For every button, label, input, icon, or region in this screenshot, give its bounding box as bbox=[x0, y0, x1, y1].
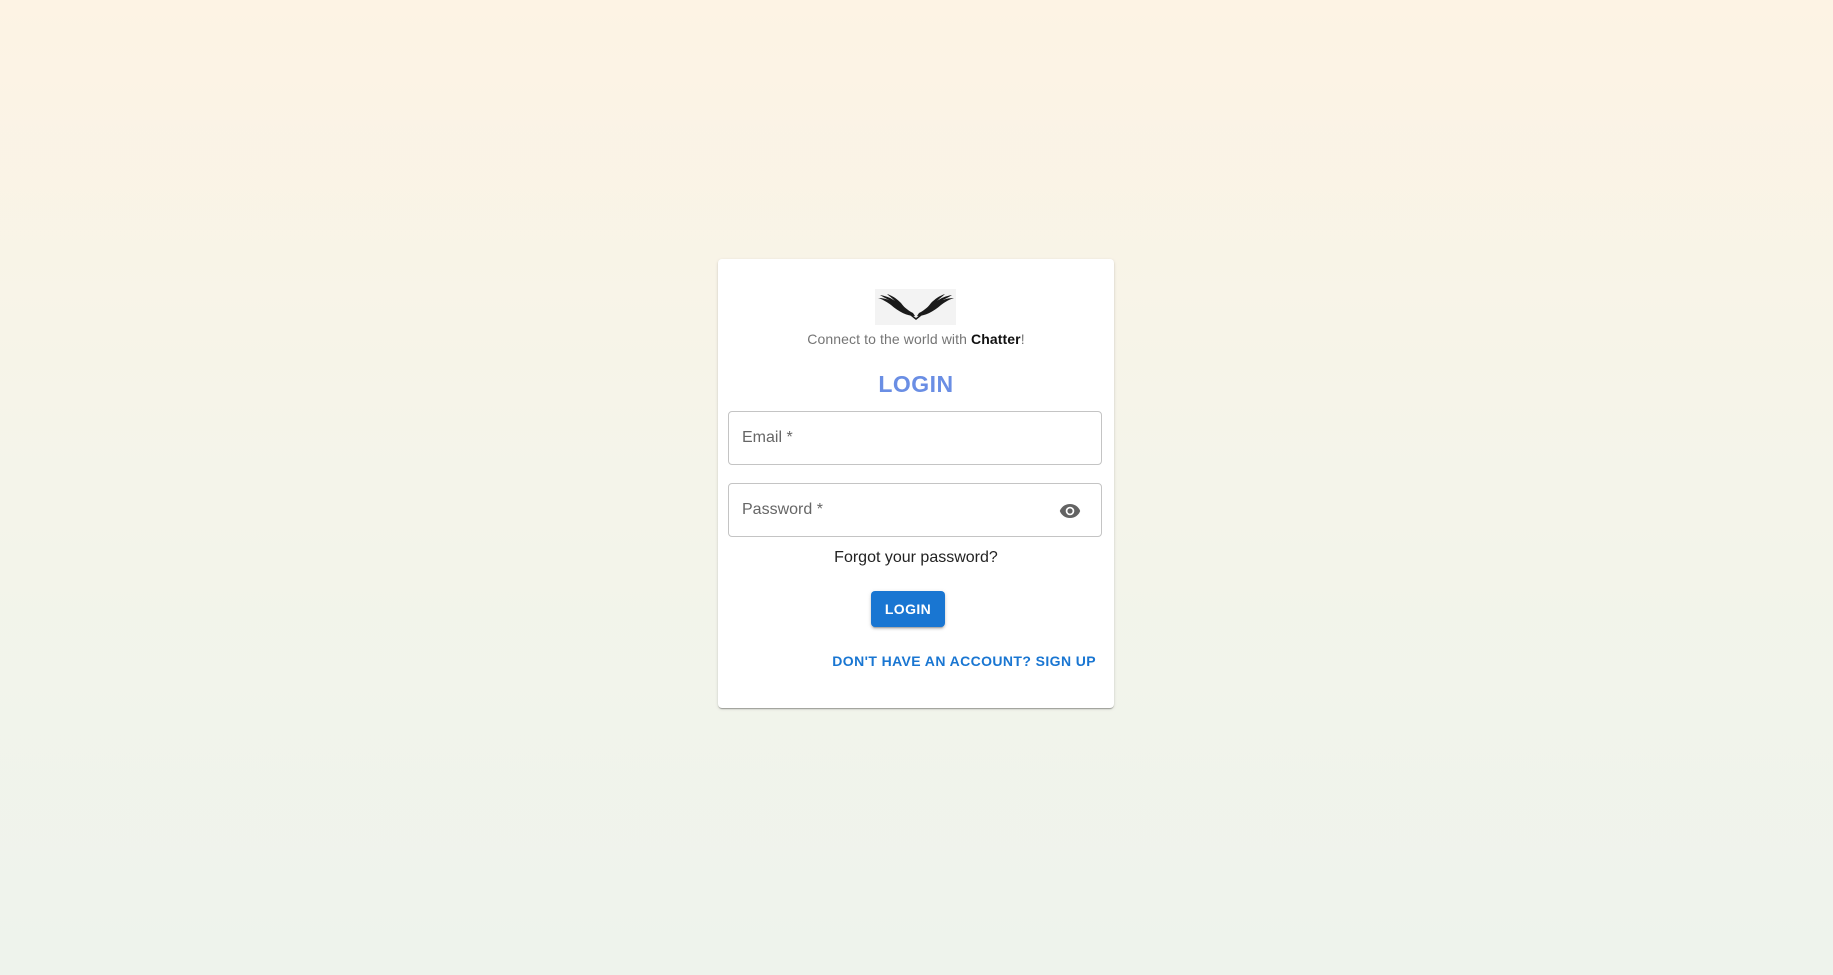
brand-name: Chatter bbox=[970, 331, 1021, 347]
login-button[interactable]: LOGIN bbox=[871, 591, 945, 627]
logo bbox=[875, 289, 956, 325]
tagline: Connect to the world with Chatter! bbox=[807, 331, 1025, 347]
password-field[interactable]: Password * bbox=[728, 483, 1102, 537]
forgot-password-link[interactable]: Forgot your password? bbox=[834, 549, 998, 566]
email-field[interactable]: Email * bbox=[728, 411, 1102, 465]
forgot-password-row: Forgot your password? bbox=[718, 549, 1114, 567]
eye-icon[interactable] bbox=[1057, 498, 1083, 524]
login-title: LOGIN bbox=[878, 371, 954, 397]
wings-icon bbox=[877, 294, 954, 320]
password-input[interactable] bbox=[729, 484, 1101, 536]
login-card: Connect to the world with Chatter! LOGIN… bbox=[718, 259, 1114, 708]
signup-link[interactable]: DON'T HAVE AN ACCOUNT? SIGN UP bbox=[832, 653, 1096, 669]
email-input[interactable] bbox=[729, 412, 1101, 464]
